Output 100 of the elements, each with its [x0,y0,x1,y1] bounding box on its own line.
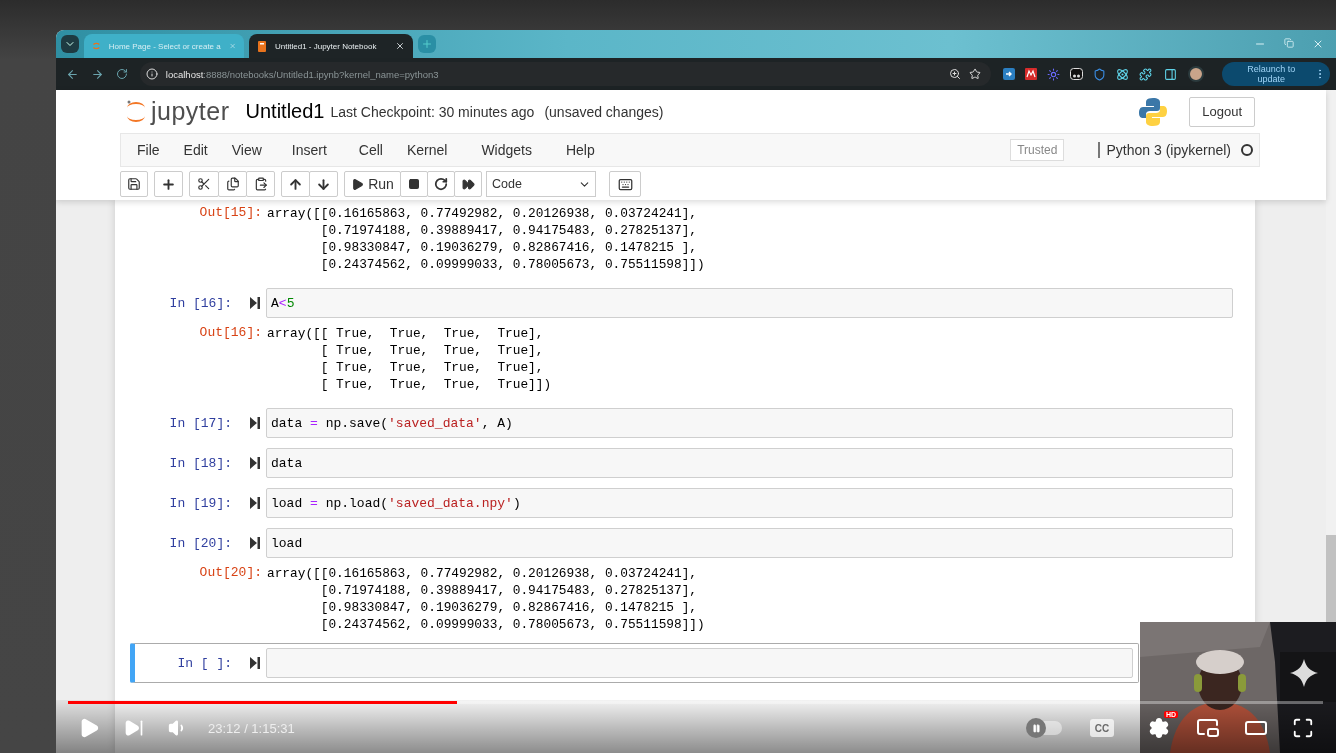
output-line: [ True, True, True, True], [319,342,545,359]
keyboard-button[interactable] [609,171,641,197]
input-prompt: In [18]: [168,455,232,471]
notebook-cell[interactable]: In [ ]: [130,643,1139,683]
stop-icon [408,178,420,190]
tab-title: Home Page - Select or create a [108,41,221,51]
fullscreen-icon [1292,717,1314,739]
output-line: [0.71974188, 0.39889417, 0.94175483, 0.27825137], [319,582,699,599]
restart-button[interactable] [427,171,455,197]
side-panel-icon[interactable] [1163,67,1177,81]
copy-button[interactable] [218,171,247,197]
code-input[interactable]: load [266,528,1233,558]
extension-icon[interactable] [1024,68,1037,80]
run-button[interactable]: Run [344,171,401,197]
back-icon[interactable] [66,67,79,81]
code-input[interactable]: A<5 [266,288,1233,318]
copy-icon [225,177,240,191]
notebook-cell[interactable]: In [18]: data [130,443,1239,483]
logout-button[interactable]: Logout [1189,96,1255,127]
output-line: [0.71974188, 0.39889417, 0.94175483, 0.27825137], [319,222,699,239]
menu-item[interactable]: Help [553,142,607,158]
run-cell-icon[interactable] [250,657,260,669]
run-cell-icon[interactable] [250,297,260,309]
insert-cell-button[interactable] [154,171,183,197]
bookmark-star-icon[interactable] [968,68,981,80]
spinner-icon [92,40,101,52]
address-field[interactable]: localhost:8888/notebooks/Untitled1.ipynb?kernel_name=python3 [139,62,991,86]
settings-icon [1148,717,1170,739]
notebook-title[interactable]: Untitled1 [245,100,325,123]
output-line: [0.98330847, 0.19036279, 0.82867416, 0.1478215 ], [319,599,699,616]
plus-icon [421,38,433,50]
output-line: [0.24374562, 0.09999033, 0.78005673, 0.75511598]]) [319,616,705,633]
save-status: (unsaved changes) [544,103,664,120]
relaunch-button[interactable]: Relaunch to update [1222,62,1330,86]
miniplayer-button[interactable] [1196,716,1220,740]
menu-item[interactable]: Widgets [469,142,544,158]
output-line: [0.98330847, 0.19036279, 0.82867416, 0.1478215 ], [319,239,699,256]
move-down-button[interactable] [309,171,338,197]
run-cell-icon[interactable] [250,537,260,549]
time-display: 23:12 / 1:15:31 [208,720,295,736]
stop-button[interactable] [400,171,428,197]
notebook-cell[interactable]: In [19]: load = np.load('saved_data.npy') [130,483,1239,523]
paste-icon [253,177,268,191]
forward-icon[interactable] [90,67,104,81]
move-up-button[interactable] [281,171,310,197]
keyboard-icon [617,176,633,192]
subtitles-button[interactable]: CC [1090,719,1114,737]
puzzle-icon[interactable] [1138,67,1152,81]
output-line: array([[0.16165863, 0.77492982, 0.20126938, 0.03724241], [267,205,699,222]
cut-button[interactable] [189,171,219,197]
trusted-label[interactable]: Trusted [1010,139,1065,161]
run-cell-icon[interactable] [250,457,260,469]
info-icon[interactable] [145,68,158,80]
output-line: [0.24374562, 0.09999033, 0.78005673, 0.75511598]]) [319,256,705,273]
fullscreen-button[interactable] [1292,717,1314,739]
menu-item[interactable]: File [125,142,172,158]
code-input[interactable]: data [266,448,1233,478]
miniplayer-icon [1196,716,1220,740]
close-icon[interactable] [395,41,405,51]
run-cell-icon[interactable] [250,417,260,429]
output-prompt: Out[20]: [198,565,262,582]
reload-icon[interactable] [115,68,128,80]
menu-item[interactable]: Edit [171,142,220,158]
fast-forward-icon [461,177,475,191]
input-prompt: In [19]: [168,495,232,511]
run-cell-icon[interactable] [250,497,260,509]
code-input[interactable]: load = np.load('saved_data.npy') [266,488,1233,518]
profile-avatar[interactable] [1188,66,1205,82]
menu-item[interactable]: Cell [346,142,395,158]
atom-icon[interactable] [1115,67,1129,81]
code-input[interactable] [266,648,1133,678]
tab-list-button[interactable] [61,35,79,53]
logo-icon [1139,96,1168,127]
extension-icon[interactable] [1069,68,1083,80]
cell-type-select[interactable]: Code [486,171,596,197]
extension-icon[interactable] [1002,68,1015,80]
menu-item[interactable]: View [219,142,274,158]
shield-icon[interactable] [1092,67,1106,81]
browser-tab[interactable]: Untitled1 - Jupyter Notebook [249,34,413,58]
zoom-icon[interactable] [948,68,961,80]
code-input[interactable]: data = np.save('saved_data', A) [266,408,1233,438]
output-line: [ True, True, True, True], [319,359,545,376]
progress-bar[interactable] [68,701,1323,704]
scissors-icon [197,177,211,191]
sun-icon[interactable] [1046,67,1060,81]
diamond-icon[interactable] [1290,659,1318,687]
notebook-cell[interactable]: In [17]: data = np.save('saved_data', A) [130,403,1239,443]
paste-button[interactable] [246,171,275,197]
menu-item[interactable]: Insert [279,142,339,158]
arrow-down-icon [316,176,331,192]
menu-item[interactable]: Kernel [394,142,460,158]
autoplay-toggle[interactable] [1028,721,1062,735]
run-all-button[interactable] [454,171,482,197]
save-button[interactable] [120,171,148,197]
skip-icon [124,718,144,738]
input-prompt: In [ ]: [176,655,232,671]
notebook-cell[interactable]: In [16]: A<5 Out[16]: array([[ True, True, True, True], [ True, True, True, True], [ True, True, True, True], [ True, True, True, True]]) [130,283,1239,403]
settings-button[interactable] [1148,717,1170,739]
output-line: array([[ True, True, True, True], [267,325,545,342]
checkpoint-text: Last Checkpoint: 30 minutes ago [330,103,535,120]
